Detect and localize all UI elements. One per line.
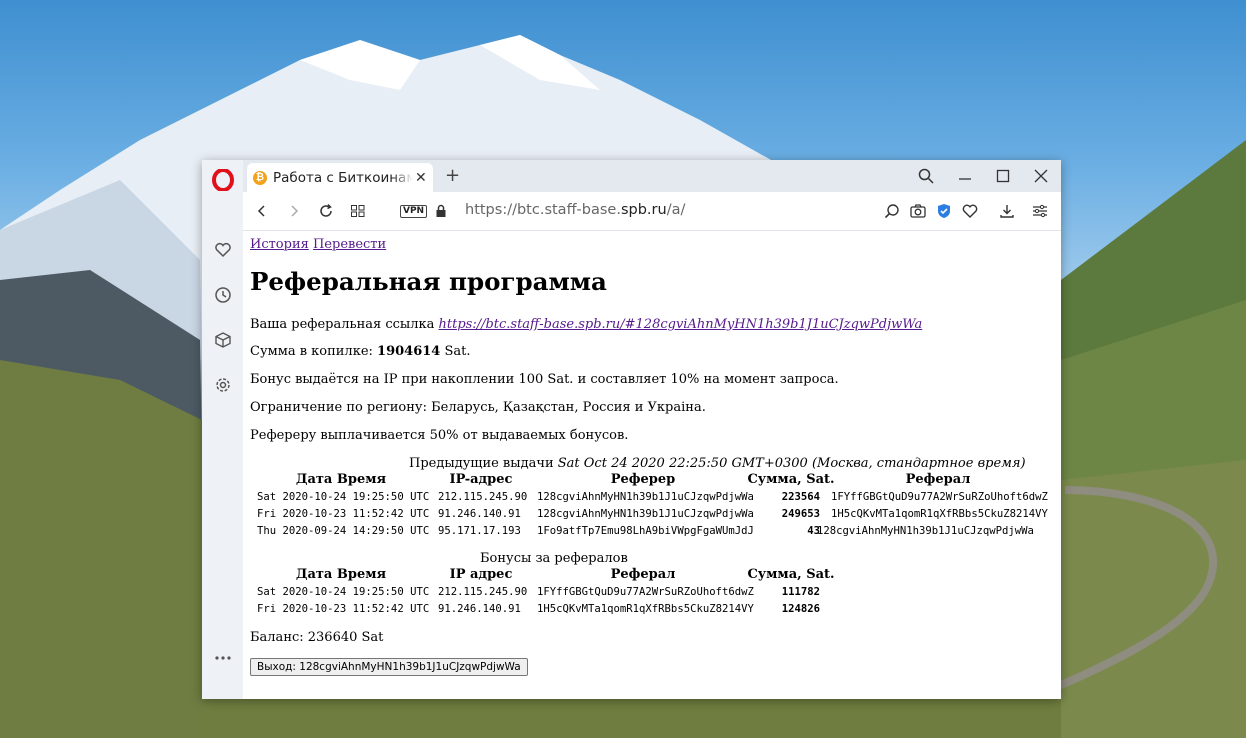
bitcoin-favicon-icon: ₿ [253,170,267,185]
payouts-caption-date: Sat Oct 24 2020 22:25:50 GMT+0300 (Москв… [557,456,1026,471]
payouts-row-2-referral: 128cgviAhnMyHN1h39b1J1uCJzqwPdjwWa [817,525,1034,537]
payouts-row-1-ip: 91.246.140.91 [438,508,521,520]
bonuses-row-1-datetime: Fri 2020-10-23 11:52:42 UTC [257,603,430,615]
payouts-header-ip: IP-адрес [449,472,513,487]
history-link[interactable]: История [250,237,309,252]
logout-button[interactable]: Выход: 128cgviAhnMyHN1h39b1J1uCJzqwPdjwW… [250,658,528,676]
payouts-caption-label: Предыдущие выдачи [409,456,554,471]
region-text: Ограничение по региону: Беларусь, Қазақс… [250,400,706,415]
payouts-row-2-datetime: Thu 2020-09-24 14:29:50 UTC [257,525,430,537]
piggy-unit: Sat. [444,344,471,359]
payouts-row-2-referrer: 1Fo9atfTp7Emu98LhA9biVWpgFgaWUmJdJ [537,525,754,537]
heart-icon[interactable] [212,239,234,261]
lock-icon[interactable] [431,201,451,221]
bonuses-caption: Бонусы за рефералов [480,551,628,566]
payouts-row-2-sum: 43 [807,525,820,537]
address-bar: VPN https://btc.staff-base.spb.ru/a/ [243,192,1061,231]
payouts-row-1-sum: 249653 [781,508,820,520]
bonuses-header-sum: Сумма, Sat. [747,567,835,582]
forward-icon[interactable] [284,201,304,221]
camera-icon[interactable] [908,201,928,221]
browser-sidebar [202,160,244,699]
payouts-header-datetime: Дата Время [295,472,387,487]
opera-logo-icon[interactable] [212,169,234,191]
bonus-text: Бонус выдаётся на IP при накоплении 100 … [250,372,839,387]
payouts-row-1-datetime: Fri 2020-10-23 11:52:42 UTC [257,508,430,520]
search-icon[interactable] [916,166,936,186]
payouts-row-0-sum: 223564 [781,491,820,503]
tabs-grid-icon[interactable] [348,201,368,221]
easy-setup-icon[interactable] [1030,201,1050,221]
bonuses-header-datetime: Дата Время [295,567,387,582]
url-host: spb.ru [620,202,667,218]
bonuses-row-0-referral: 1FYffGBGtQuD9u77A2WrSuRZoUhoft6dwZ [537,586,754,598]
bonuses-row-1-referral: 1H5cQKvMTa1qomR1qXfRBbs5CkuZ8214VY [537,603,754,615]
new-tab-button[interactable]: + [445,165,460,186]
url-path: /a/ [666,202,686,218]
tab-active[interactable]: ₿ Работа с Биткоинами ✕ [247,163,433,192]
browser-window: ₿ Работа с Биткоинами ✕ + VPN https://bt… [202,160,1061,699]
page-content: История Перевести Реферальная программа … [243,231,1061,699]
bonuses-header-ip: IP адрес [449,567,513,582]
url-text[interactable]: https://btc.staff-base.spb.ru/a/ [465,202,685,218]
payouts-row-0-ip: 212.115.245.90 [438,491,528,503]
tab-bar: ₿ Работа с Биткоинами ✕ + [243,160,1061,192]
referral-link-label: Ваша реферальная ссылка [250,317,435,332]
bookmark-heart-icon[interactable] [960,201,980,221]
close-tab-icon[interactable]: ✕ [415,170,427,186]
reload-icon[interactable] [316,201,336,221]
page-title: Реферальная программа [250,267,607,296]
bonuses-header-referral: Реферал [610,567,676,582]
payouts-row-0-datetime: Sat 2020-10-24 19:25:50 UTC [257,491,430,503]
vpn-badge[interactable]: VPN [400,205,428,218]
bonuses-row-1-sum: 124826 [781,603,820,615]
top-nav: История Перевести [250,237,386,252]
minimize-icon[interactable] [955,166,975,186]
payouts-row-2-ip: 95.171.17.193 [438,525,521,537]
more-icon[interactable] [212,647,234,669]
payouts-caption: Предыдущие выдачи Sat Oct 24 2020 22:25:… [409,456,1026,471]
referral-link[interactable]: https://btc.staff-base.spb.ru/#128cgviAh… [439,317,923,332]
shield-icon[interactable] [934,201,954,221]
piggy-label: Сумма в копилке: [250,344,373,359]
close-icon[interactable] [1031,166,1051,186]
payouts-header-referrer: Реферер [610,472,676,487]
piggy-amount: 1904614 [377,344,441,359]
settings-icon[interactable] [212,374,234,396]
download-icon[interactable] [997,201,1017,221]
back-icon[interactable] [252,201,272,221]
url-prefix: https://btc.staff-base. [465,202,621,218]
zoom-icon[interactable] [882,201,902,221]
balance-text: Баланс: 236640 Sat [250,630,384,645]
referrer-text: Рефереру выплачивается 50% от выдаваемых… [250,428,629,443]
history-icon[interactable] [212,284,234,306]
payouts-header-sum: Сумма, Sat. [747,472,835,487]
bonuses-row-0-datetime: Sat 2020-10-24 19:25:50 UTC [257,586,430,598]
bonuses-row-0-sum: 111782 [781,586,820,598]
payouts-row-1-referral: 1H5cQKvMTa1qomR1qXfRBbs5CkuZ8214VY [831,508,1048,520]
payouts-header-referral: Реферал [905,472,971,487]
bonuses-row-0-ip: 212.115.245.90 [438,586,528,598]
bonuses-row-1-ip: 91.246.140.91 [438,603,521,615]
tab-title: Работа с Биткоинами [273,169,413,186]
referral-link-line: Ваша реферальная ссылка https://btc.staf… [250,317,922,332]
maximize-icon[interactable] [993,166,1013,186]
payouts-row-1-referrer: 128cgviAhnMyHN1h39b1J1uCJzqwPdjwWa [537,508,754,520]
translate-link[interactable]: Перевести [313,237,386,252]
cube-icon[interactable] [212,329,234,351]
piggy-bank-line: Сумма в копилке: 1904614 Sat. [250,344,471,359]
payouts-row-0-referrer: 128cgviAhnMyHN1h39b1J1uCJzqwPdjwWa [537,491,754,503]
payouts-row-0-referral: 1FYffGBGtQuD9u77A2WrSuRZoUhoft6dwZ [831,491,1048,503]
